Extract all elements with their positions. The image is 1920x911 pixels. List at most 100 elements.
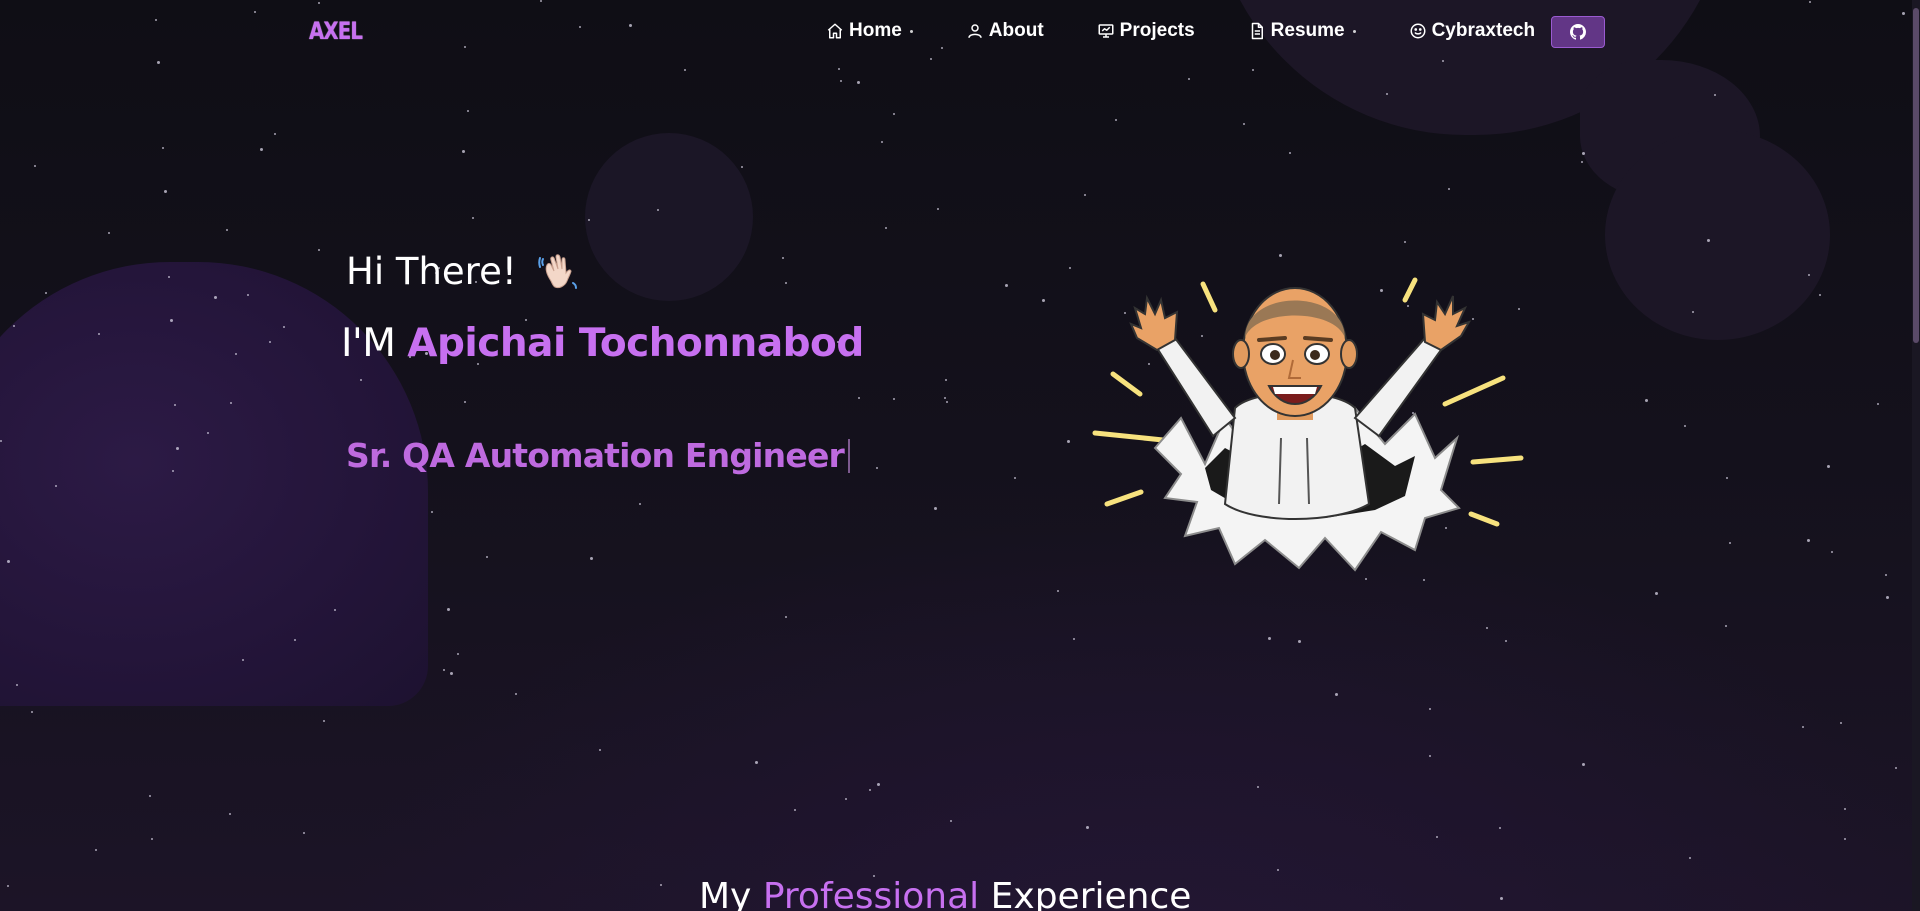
star	[755, 761, 758, 764]
scrollbar[interactable]	[1912, 0, 1920, 911]
star	[893, 113, 895, 115]
star	[515, 693, 517, 695]
star	[1429, 708, 1431, 710]
star	[447, 608, 450, 611]
nav-dot	[1352, 29, 1356, 33]
star	[599, 749, 601, 751]
star	[945, 379, 947, 381]
star	[1840, 722, 1842, 724]
star	[1243, 123, 1245, 125]
star	[450, 672, 453, 675]
star	[1298, 640, 1301, 643]
star	[1289, 152, 1291, 154]
star	[1645, 399, 1648, 402]
scrollbar-thumb[interactable]	[1913, 8, 1919, 343]
star	[1802, 726, 1804, 728]
star	[1042, 299, 1045, 302]
star	[274, 133, 276, 135]
star	[684, 69, 686, 71]
name-prefix: I'M	[341, 321, 396, 366]
user-icon	[968, 24, 982, 38]
star	[877, 783, 880, 786]
logo[interactable]: AXEL	[309, 17, 363, 45]
star	[1499, 827, 1501, 829]
star	[31, 711, 33, 713]
hero-role: Sr. QA Automation Engineer	[346, 436, 851, 475]
star	[1500, 897, 1503, 900]
document-icon	[1251, 22, 1263, 40]
star	[1807, 539, 1810, 542]
star	[785, 616, 787, 618]
star	[1268, 637, 1271, 640]
star	[885, 227, 887, 229]
star	[845, 798, 847, 800]
star	[1655, 592, 1658, 595]
star	[1885, 574, 1887, 576]
star	[1581, 161, 1583, 163]
star	[1188, 78, 1190, 80]
star	[1895, 767, 1897, 769]
star	[151, 838, 153, 840]
star	[34, 165, 36, 167]
page: AXEL Home About Projects Resume Cybraxte…	[0, 0, 1920, 911]
star	[1448, 188, 1450, 190]
star	[1844, 808, 1846, 810]
star	[1257, 786, 1259, 788]
avatar-illustration	[1092, 277, 1524, 572]
nav-item-projects[interactable]: Projects	[1097, 20, 1195, 42]
nav-item-label: Resume	[1270, 20, 1345, 41]
star	[1404, 241, 1406, 243]
nav-item-label: Projects	[1119, 20, 1195, 41]
star	[1067, 440, 1070, 443]
star	[881, 141, 883, 143]
star	[1084, 194, 1086, 196]
star	[934, 507, 937, 510]
star	[840, 80, 842, 82]
star	[1725, 625, 1727, 627]
presentation-icon	[1098, 24, 1114, 38]
star	[639, 503, 641, 505]
star	[1505, 640, 1507, 642]
star	[467, 110, 469, 112]
star	[260, 148, 263, 151]
star	[1429, 755, 1431, 757]
star	[443, 669, 445, 671]
star	[162, 147, 164, 149]
star	[876, 467, 878, 469]
section-title-before: My	[699, 876, 752, 911]
star	[1689, 857, 1691, 859]
smiley-icon	[1410, 23, 1426, 39]
star	[1335, 693, 1338, 696]
star	[486, 556, 488, 558]
star	[944, 397, 946, 399]
nav-item-resume[interactable]: Resume	[1248, 20, 1356, 42]
star	[741, 166, 743, 168]
star	[782, 257, 784, 259]
star	[7, 885, 9, 887]
github-icon	[1570, 24, 1586, 40]
navbar: AXEL Home About Projects Resume Cybraxte…	[0, 0, 1920, 66]
nav-item-about[interactable]: About	[966, 20, 1044, 42]
star	[1486, 627, 1488, 629]
hero-name: I'M Apichai Tochonnabod	[341, 321, 864, 366]
nav-item-label: Home	[849, 20, 902, 41]
star	[323, 720, 325, 722]
star	[1073, 638, 1075, 640]
star	[229, 813, 231, 815]
star	[431, 511, 433, 513]
star	[1819, 294, 1821, 296]
star	[946, 401, 948, 403]
star	[1252, 69, 1254, 71]
star	[1057, 590, 1059, 592]
nav-links: Home About Projects Resume Cybraxtech	[826, 20, 1588, 42]
hero-greeting: Hi There!	[346, 250, 579, 293]
star	[1086, 826, 1089, 829]
star	[1877, 403, 1879, 405]
github-button[interactable]	[1551, 16, 1605, 48]
nav-item-home[interactable]: Home	[826, 20, 913, 42]
name-highlight: Apichai Tochonnabod	[407, 321, 864, 366]
star	[1827, 465, 1830, 468]
nav-item-cybraxtech[interactable]: Cybraxtech	[1409, 20, 1535, 42]
star	[893, 398, 895, 400]
star	[164, 190, 167, 193]
